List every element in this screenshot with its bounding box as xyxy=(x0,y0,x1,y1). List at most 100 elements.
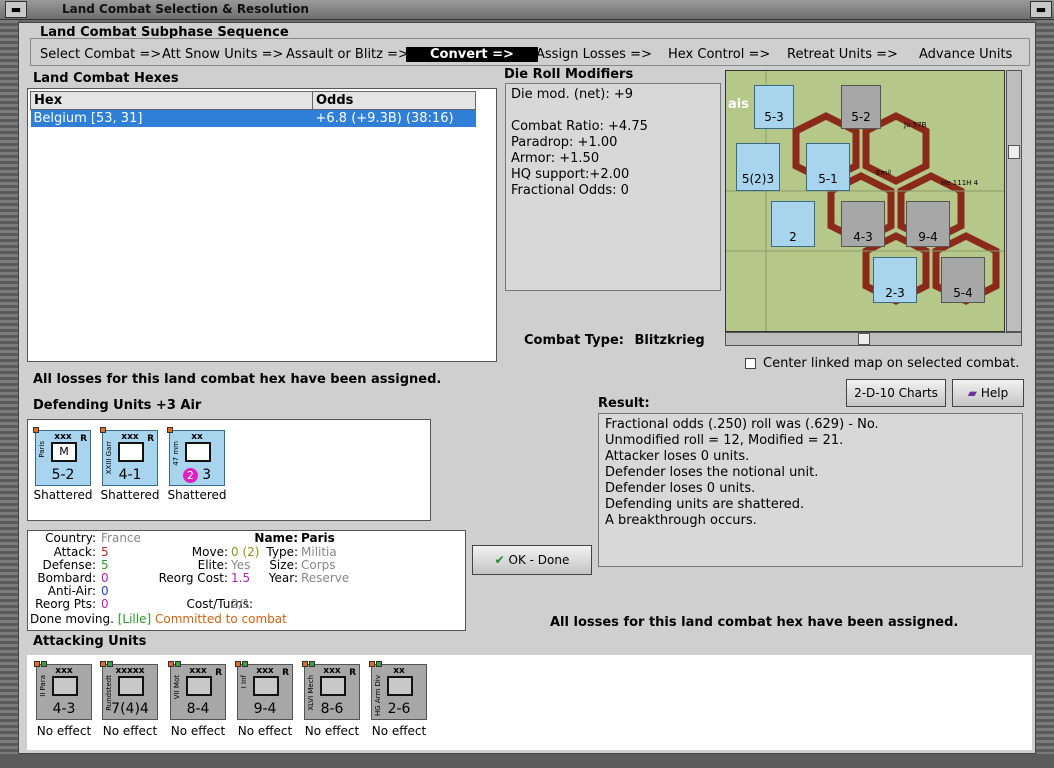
title-bar: ▬ Land Combat Selection & Resolution ▬ xyxy=(0,0,1054,20)
defending-unit[interactable]: xx 47 mm 2 3 xyxy=(167,427,225,486)
info-name: Paris xyxy=(301,531,335,545)
map-counter[interactable]: 5(2)3 xyxy=(736,143,780,191)
minimize-button[interactable]: ▬ xyxy=(5,1,27,18)
step-convert: Convert => xyxy=(406,47,538,62)
mechanized-symbol-icon xyxy=(320,676,346,696)
center-map-checkbox[interactable] xyxy=(745,358,756,369)
mod-armor: Armor: +1.50 xyxy=(511,151,600,166)
combat-type-value: Blitzkrieg xyxy=(634,333,705,348)
info-cost: 2/1 xyxy=(231,597,251,611)
unit-status: Shattered xyxy=(100,488,160,502)
unit-status: No effect xyxy=(371,724,427,738)
map-label-he: He 111H 4 xyxy=(941,179,979,187)
attacking-unit[interactable]: xxx R VII Mot 8-4 xyxy=(168,661,226,720)
info-size: Corps xyxy=(301,558,336,572)
attacking-title: Attacking Units xyxy=(33,634,147,649)
step-advance: Advance Units xyxy=(919,47,1013,62)
armor-symbol-icon xyxy=(387,676,413,696)
info-defense: 5 xyxy=(101,558,109,572)
result-line: Defender loses 0 units. xyxy=(605,481,756,496)
step-select-combat: Select Combat => xyxy=(40,47,162,62)
map-scrollbar-vertical[interactable] xyxy=(1006,70,1022,332)
mod-paradrop: Paradrop: +1.00 xyxy=(511,135,618,150)
unit-status: No effect xyxy=(237,724,293,738)
cell-odds: +6.8 (+9.3B) (38:16) xyxy=(312,109,476,127)
hexes-title: Land Combat Hexes xyxy=(33,71,179,86)
help-button[interactable]: ▰ Help xyxy=(952,379,1024,407)
attacking-unit[interactable]: xxx R XLVI Mech 8-6 xyxy=(302,661,360,720)
paratrooper-symbol-icon xyxy=(52,676,78,696)
scroll-thumb-h[interactable] xyxy=(858,333,870,345)
scroll-thumb-v[interactable] xyxy=(1008,145,1020,159)
attacking-unit[interactable]: xxx R I Inf 9-4 xyxy=(235,661,293,720)
cell-hex: Belgium [53, 31] xyxy=(30,109,313,127)
mod-blank xyxy=(511,103,715,119)
ok-done-button[interactable]: ✔ OK - Done xyxy=(472,545,592,575)
result-line: Attacker loses 0 units. xyxy=(605,449,750,464)
window-title: Land Combat Selection & Resolution xyxy=(62,2,309,16)
frame-bottom xyxy=(0,754,1054,768)
attacking-unit[interactable]: xxx II Para 4-3 xyxy=(34,661,92,720)
map-label-emil: Emil xyxy=(876,169,892,177)
info-attack: 5 xyxy=(101,545,109,559)
mod-hq: HQ support:+2.00 xyxy=(511,167,630,182)
map-counter[interactable]: 9-4 xyxy=(906,201,950,247)
result-line: Defender loses the notional unit. xyxy=(605,465,819,480)
defending-unit[interactable]: xxx R XXIII Garr 4-1 xyxy=(100,427,158,486)
infantry-symbol-icon xyxy=(253,676,279,696)
map-counter[interactable]: 5-1 xyxy=(806,143,850,191)
map-counter[interactable]: 5-2 xyxy=(841,85,881,129)
hq-symbol-icon xyxy=(118,676,144,696)
combat-type-label: Combat Type: xyxy=(524,333,624,348)
step-assault-blitz: Assault or Blitz => xyxy=(286,47,409,62)
result-line: Unmodified roll = 12, Modified = 21. xyxy=(605,433,844,448)
info-type: Militia xyxy=(301,545,337,559)
step-att-snow: Att Snow Units => xyxy=(162,47,284,62)
table-row[interactable]: Belgium [53, 31] +6.8 (+9.3B) (38:16) xyxy=(30,109,476,127)
result-box: Fractional odds (.250) roll was (.629) -… xyxy=(598,413,1023,567)
map-label-ju: Ju 57B xyxy=(904,121,927,129)
infantry-symbol-icon xyxy=(118,442,144,462)
attacking-unit[interactable]: xx HG Arm Div 2-6 xyxy=(369,661,427,720)
mini-map[interactable]: ais 5-3 5-2 Ju 57B 5(2)3 5-1 Emil He 111… xyxy=(725,70,1005,332)
help-label: Help xyxy=(980,386,1009,400)
result-line: Defending units are shattered. xyxy=(605,497,805,512)
charts-button[interactable]: 2-D-10 Charts xyxy=(846,379,946,407)
info-reorg: 0 xyxy=(101,597,109,611)
result-title: Result: xyxy=(598,396,650,411)
modifiers-title: Die Roll Modifiers xyxy=(504,67,634,82)
unit-status: Shattered xyxy=(33,488,93,502)
unit-status: Shattered xyxy=(167,488,227,502)
info-status: Done moving. [Lille] Committed to combat xyxy=(30,612,287,626)
map-label-ais: ais xyxy=(728,97,749,112)
map-counter[interactable]: 2 xyxy=(771,201,815,247)
step-retreat: Retreat Units => xyxy=(787,47,898,62)
frame-right xyxy=(1036,20,1054,760)
close-button[interactable]: ▬ xyxy=(1030,1,1052,18)
motorized-symbol-icon xyxy=(186,676,212,696)
frame-left xyxy=(0,20,18,760)
unit-status: No effect xyxy=(304,724,360,738)
attacking-unit[interactable]: xxxxx Rundstedt 7(4)4 xyxy=(100,661,158,720)
info-bombard: 0 xyxy=(101,571,109,585)
result-line: A breakthrough occurs. xyxy=(605,513,757,528)
map-scrollbar-horizontal[interactable] xyxy=(725,332,1022,346)
info-year: Reserve xyxy=(301,571,350,585)
col-hex[interactable]: Hex xyxy=(30,91,313,110)
step-hex-control: Hex Control => xyxy=(668,47,771,62)
combat-type: Combat Type: Blitzkrieg xyxy=(524,333,705,348)
map-counter[interactable]: 4-3 xyxy=(841,201,885,247)
map-counter[interactable]: 5-3 xyxy=(754,85,794,129)
defending-title: Defending Units +3 Air xyxy=(33,398,202,413)
mod-ratio: Combat Ratio: +4.75 xyxy=(511,119,648,134)
hexes-list[interactable]: Hex Odds Belgium [53, 31] +6.8 (+9.3B) (… xyxy=(27,88,497,362)
info-antiair: 0 xyxy=(101,584,109,598)
book-icon: ▰ xyxy=(967,386,978,400)
mod-fractional: Fractional Odds: 0 xyxy=(511,183,629,198)
defending-unit[interactable]: xxx R Paris M 5-2 xyxy=(33,427,91,486)
map-counter[interactable]: 5-4 xyxy=(941,257,985,303)
strength-badge: 2 xyxy=(182,468,198,483)
col-odds[interactable]: Odds xyxy=(312,91,476,110)
map-counter[interactable]: 2-3 xyxy=(873,257,917,303)
result-line: Fractional odds (.250) roll was (.629) -… xyxy=(605,417,879,432)
